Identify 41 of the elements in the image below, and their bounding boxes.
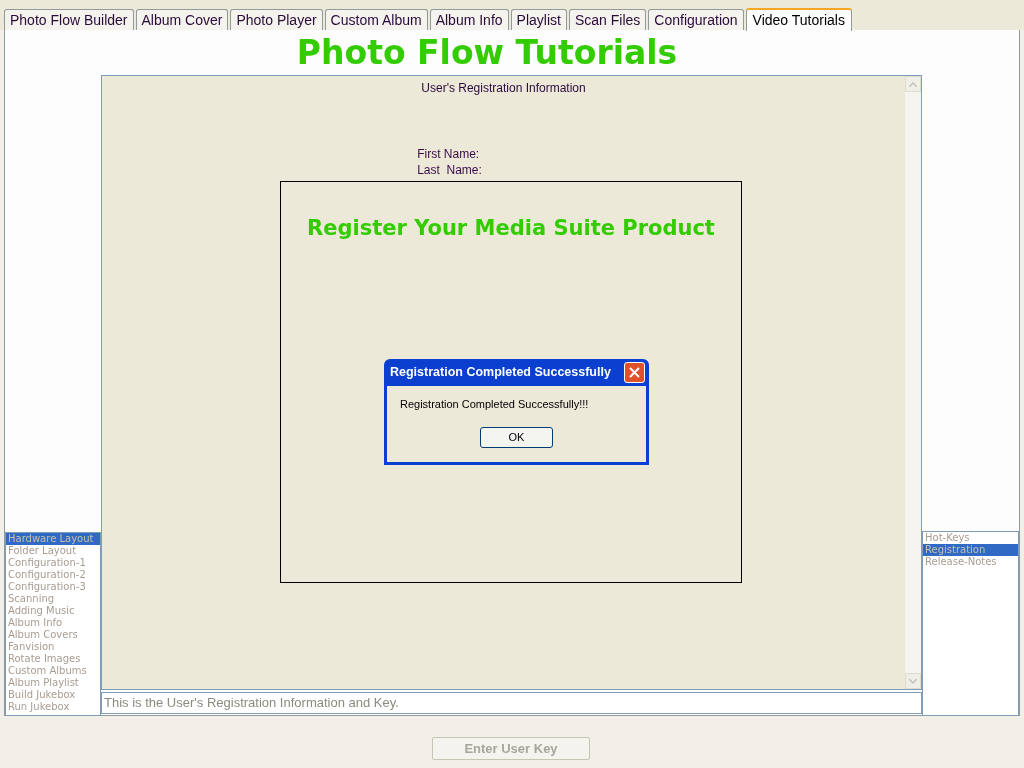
dialog-message: Registration Completed Successfully!!! (400, 397, 589, 412)
tab[interactable]: Photo Player (230, 9, 323, 30)
list-item[interactable]: Release-Notes (923, 556, 1018, 568)
list-item[interactable]: Custom Albums (6, 665, 100, 677)
list-item[interactable]: Registration (923, 544, 1018, 556)
field-label: First Name: (417, 146, 481, 162)
list-item[interactable]: Album Playlist (6, 677, 100, 689)
tab[interactable]: Video Tutorials (745, 8, 852, 31)
tab[interactable]: Playlist (510, 9, 567, 30)
scroll-down-icon[interactable] (905, 673, 921, 689)
list-item[interactable]: Run Jukebox (6, 701, 100, 713)
scrollbar[interactable] (905, 76, 921, 689)
list-item[interactable]: Album Info (6, 617, 100, 629)
list-item[interactable]: Folder Layout (6, 545, 100, 557)
tab[interactable]: Album Cover (135, 9, 229, 30)
tab[interactable]: Configuration (648, 9, 744, 30)
scroll-up-icon[interactable] (905, 76, 921, 92)
panel-title: Register Your Media Suite Product (307, 218, 715, 239)
ok-button[interactable]: OK (480, 426, 553, 448)
tab[interactable]: Photo Flow Builder (4, 9, 134, 30)
section-heading: User's Registration Information (421, 80, 586, 97)
list-item[interactable]: Configuration-3 (6, 581, 100, 593)
tab[interactable]: Album Info (429, 9, 509, 30)
list-item[interactable]: Rotate Images (6, 653, 100, 665)
list-item[interactable]: Configuration-2 (6, 569, 100, 581)
tab[interactable]: Custom Album (324, 9, 428, 30)
close-icon (629, 367, 640, 378)
field-label: Last Name: (417, 162, 482, 178)
list-item[interactable]: Adding Music (6, 605, 100, 617)
dialog-title: Registration Completed Successfully (390, 364, 611, 382)
list-item[interactable]: Hot-Keys (923, 532, 1018, 544)
list-item[interactable]: Hardware Layout (6, 533, 100, 545)
list-item[interactable]: Build Jukebox (6, 689, 100, 701)
list-item[interactable]: Fanvision (6, 641, 100, 653)
list-item[interactable]: Configuration-1 (6, 557, 100, 569)
list-item[interactable]: Album Covers (6, 629, 100, 641)
description-field: This is the User's Registration Information and Key. (101, 692, 922, 714)
close-button[interactable] (624, 362, 645, 383)
list-item[interactable]: Scanning (6, 593, 100, 605)
tab[interactable]: Scan Files (568, 9, 647, 30)
page-title: Photo Flow Tutorials (296, 36, 678, 69)
